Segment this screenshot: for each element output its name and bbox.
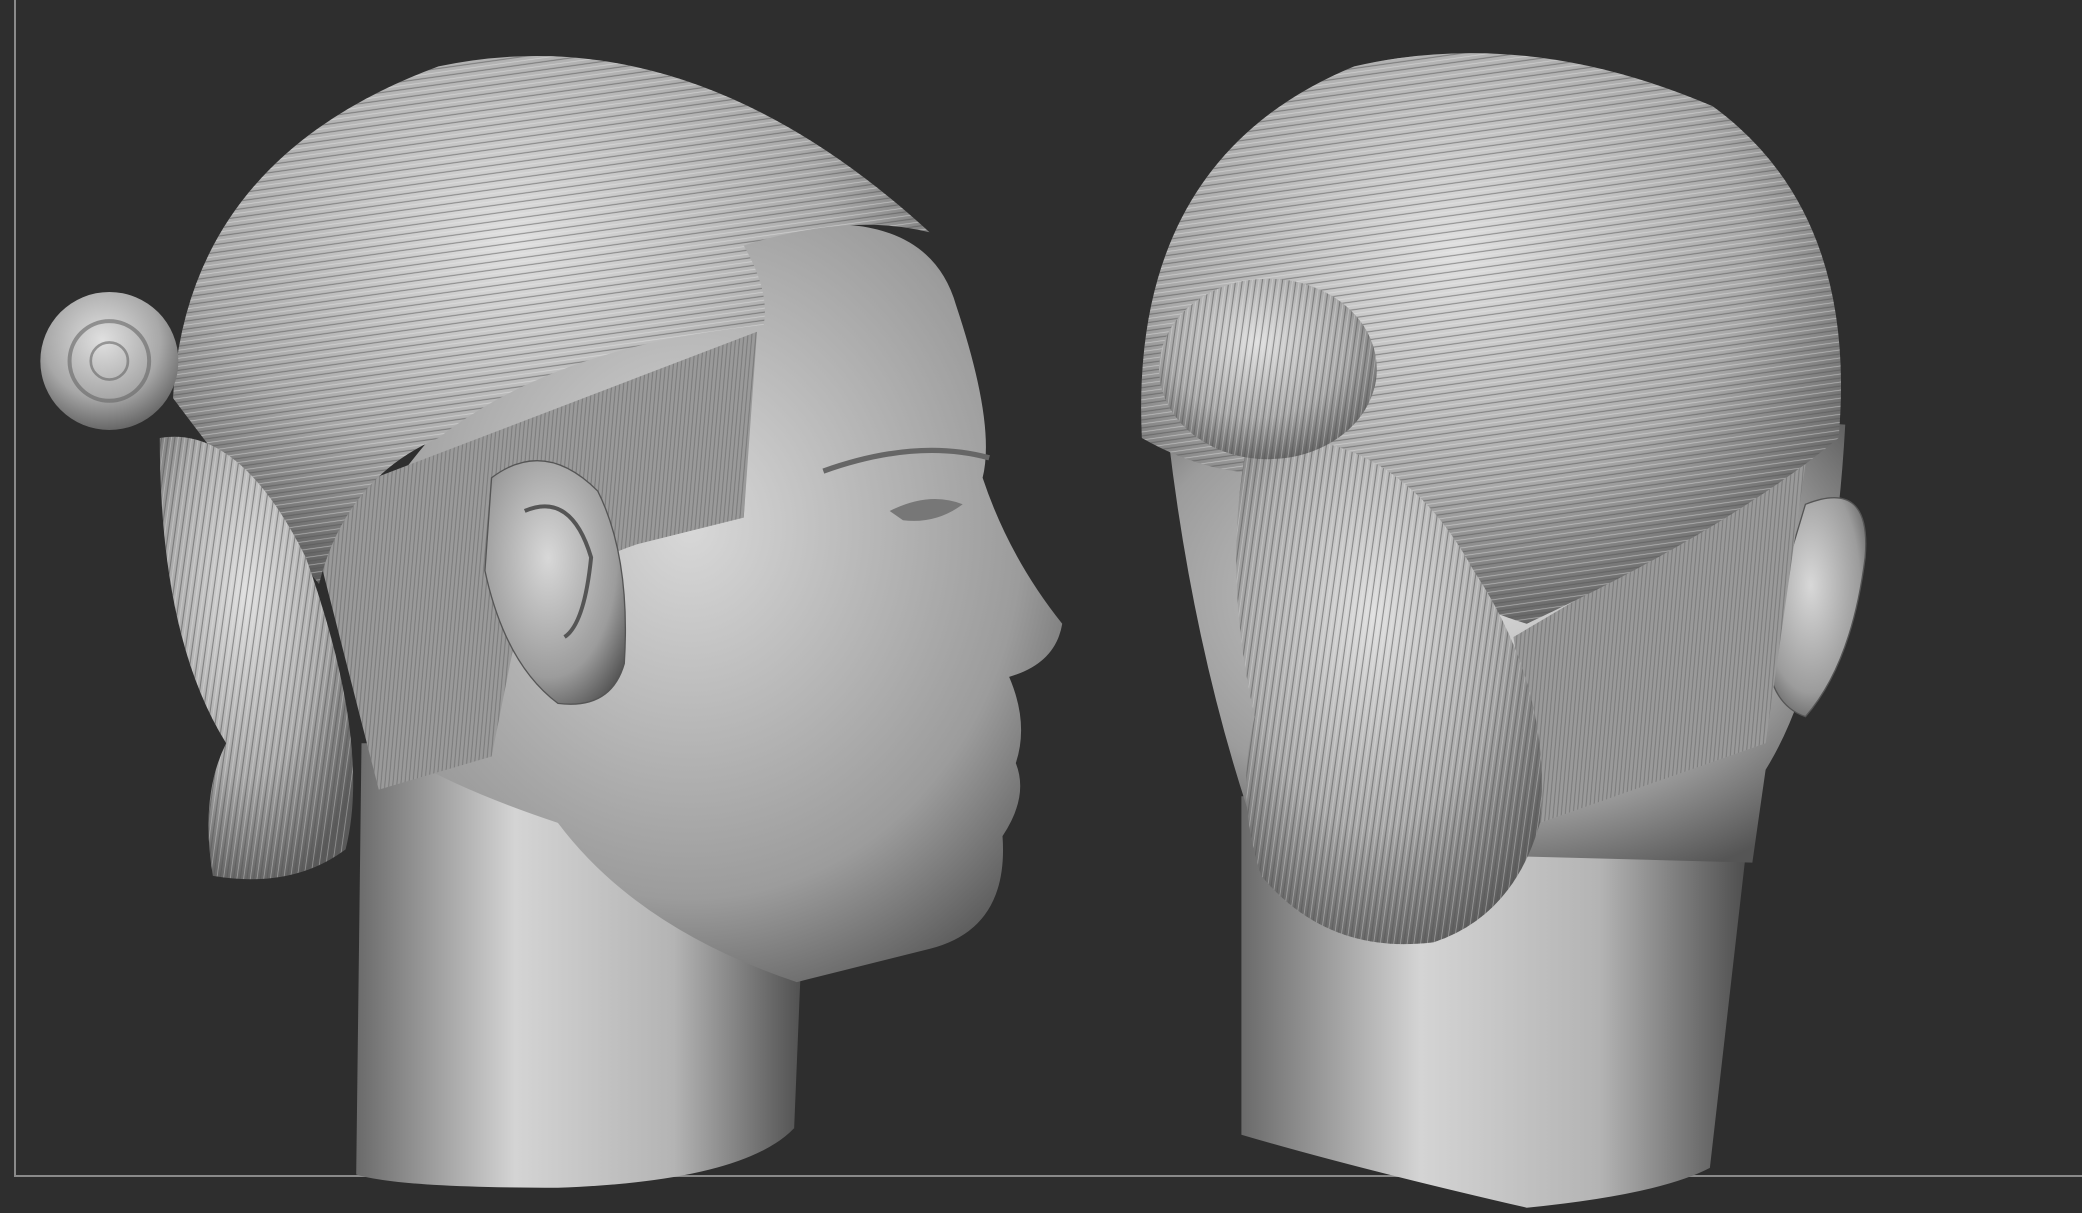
head-model-back[interactable] bbox=[1141, 53, 1867, 1208]
head-model-profile[interactable] bbox=[40, 55, 1063, 1188]
hair-bun bbox=[40, 291, 179, 430]
sculpt-render bbox=[40, 53, 1867, 1208]
hair-bun-strands bbox=[1159, 278, 1377, 460]
3d-viewport-canvas[interactable] bbox=[0, 0, 2082, 1213]
